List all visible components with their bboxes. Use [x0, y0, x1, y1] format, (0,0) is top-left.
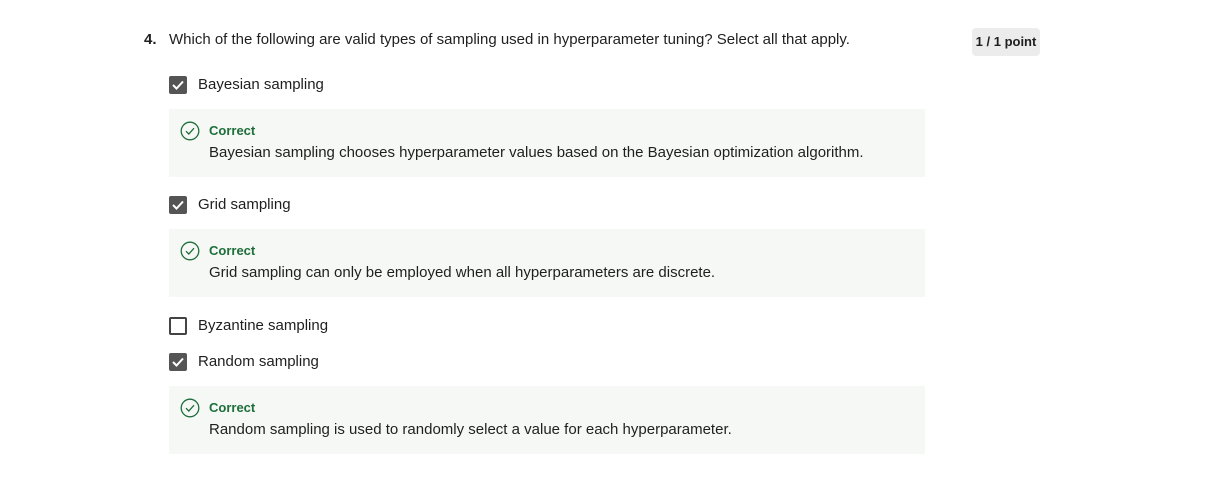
checkbox-checked[interactable] [169, 76, 187, 94]
feedback-box: Correct Random sampling is used to rando… [169, 386, 925, 454]
feedback-box: Correct Grid sampling can only be employ… [169, 229, 925, 297]
option-bayesian-sampling[interactable]: Bayesian sampling [169, 75, 324, 95]
question-number: 4. [144, 31, 157, 48]
checkmark-icon [172, 80, 184, 90]
quiz-question: 4. Which of the following are valid type… [0, 0, 1205, 491]
check-circle-icon [180, 398, 200, 418]
feedback-status: Correct [209, 123, 256, 138]
question-text: Which of the following are valid types o… [169, 31, 850, 48]
checkmark-icon [172, 200, 184, 210]
checkbox-checked[interactable] [169, 353, 187, 371]
option-byzantine-sampling[interactable]: Byzantine sampling [169, 316, 328, 336]
option-label: Random sampling [198, 353, 319, 370]
check-circle-icon [180, 241, 200, 261]
feedback-text: Bayesian sampling chooses hyperparameter… [209, 144, 864, 161]
checkbox-unchecked[interactable] [169, 317, 187, 335]
feedback-text: Grid sampling can only be employed when … [209, 264, 716, 281]
feedback-text: Random sampling is used to randomly sele… [209, 421, 732, 438]
checkmark-icon [172, 357, 184, 367]
points-badge: 1 / 1 point [972, 28, 1040, 56]
feedback-status: Correct [209, 243, 256, 258]
option-grid-sampling[interactable]: Grid sampling [169, 195, 291, 215]
option-random-sampling[interactable]: Random sampling [169, 352, 319, 372]
option-label: Grid sampling [198, 196, 291, 213]
feedback-box: Correct Bayesian sampling chooses hyperp… [169, 109, 925, 177]
checkbox-checked[interactable] [169, 196, 187, 214]
option-label: Bayesian sampling [198, 76, 324, 93]
check-circle-icon [180, 121, 200, 141]
option-label: Byzantine sampling [198, 317, 329, 334]
feedback-status: Correct [209, 400, 256, 415]
